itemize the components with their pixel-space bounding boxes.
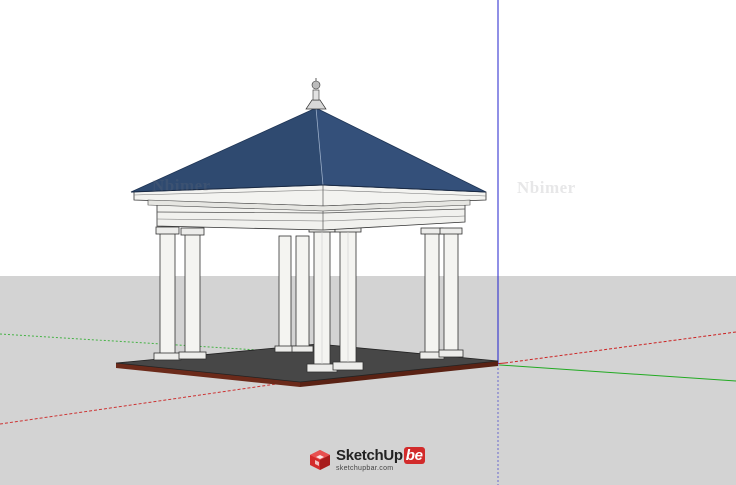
column-right-front (438, 227, 464, 358)
column-back-mid (291, 235, 314, 353)
column-left-back (153, 226, 182, 361)
column-right-back (419, 227, 445, 360)
watermark-right: Nbimer (517, 178, 576, 197)
logo-badge: be (403, 447, 425, 464)
finial (305, 78, 327, 110)
red-axis-far (504, 331, 736, 364)
watermark-left: Nbimer (152, 176, 211, 195)
column-back-left (274, 235, 296, 353)
sketchupbar-logo: SketchUp be sketchupbar.com (308, 444, 425, 476)
model-scene[interactable] (0, 0, 736, 485)
red-axis-dashed (0, 381, 291, 425)
column-left-front (178, 227, 207, 360)
logo-site-text: sketchupbar.com (336, 465, 394, 472)
green-axis-solid (499, 364, 736, 382)
sketchup-viewport[interactable]: Nbimer Nbimer SketchUp be sketchupbar.com (0, 0, 736, 485)
logo-main-text: SketchUp (336, 447, 403, 464)
sketchup-cube-icon (310, 450, 330, 470)
